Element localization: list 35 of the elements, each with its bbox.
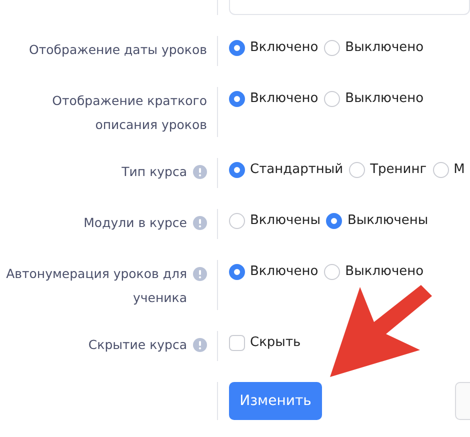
option-label[interactable]: Выключено [345, 90, 424, 108]
field-label: Автонумерация уроков для ученика [5, 265, 187, 307]
save-button[interactable]: Изменить [229, 382, 322, 420]
field-label: Отображение даты уроков [29, 41, 207, 59]
option-label[interactable]: Включены [250, 212, 320, 230]
field-label: Скрытие курса [88, 336, 187, 354]
radio-button[interactable] [324, 264, 340, 280]
option-label[interactable]: Скрыть [250, 334, 301, 352]
info-icon[interactable] [193, 165, 207, 179]
field-label: Модули в курсе [84, 214, 187, 232]
radio-button[interactable] [349, 162, 366, 178]
radio-button[interactable] [229, 213, 245, 229]
option-label[interactable]: Включено [250, 39, 318, 57]
radio-button[interactable] [432, 162, 449, 178]
option-label[interactable]: М [454, 161, 465, 179]
radio-button[interactable] [326, 213, 342, 229]
option-label[interactable]: Выключены [347, 212, 428, 230]
radio-button[interactable] [229, 40, 245, 56]
field-label: Отображение краткого описания уроков [51, 92, 207, 134]
info-icon[interactable] [193, 216, 207, 230]
radio-button[interactable] [324, 91, 340, 107]
radio-button[interactable] [229, 162, 245, 178]
option-label[interactable]: Включено [250, 263, 318, 281]
radio-button[interactable] [229, 91, 245, 107]
info-icon[interactable] [193, 267, 207, 281]
option-label[interactable]: Выключено [345, 39, 424, 57]
radio-button[interactable] [324, 40, 340, 56]
radio-button[interactable] [229, 264, 245, 280]
option-label[interactable]: Тренинг [370, 161, 427, 179]
info-icon[interactable] [193, 338, 207, 352]
field-label: Тип курса [122, 163, 187, 181]
option-label[interactable]: Стандартный [250, 161, 344, 179]
option-label[interactable]: Включено [250, 90, 318, 108]
option-label[interactable]: Выключено [345, 263, 424, 281]
checkbox[interactable] [229, 335, 245, 351]
